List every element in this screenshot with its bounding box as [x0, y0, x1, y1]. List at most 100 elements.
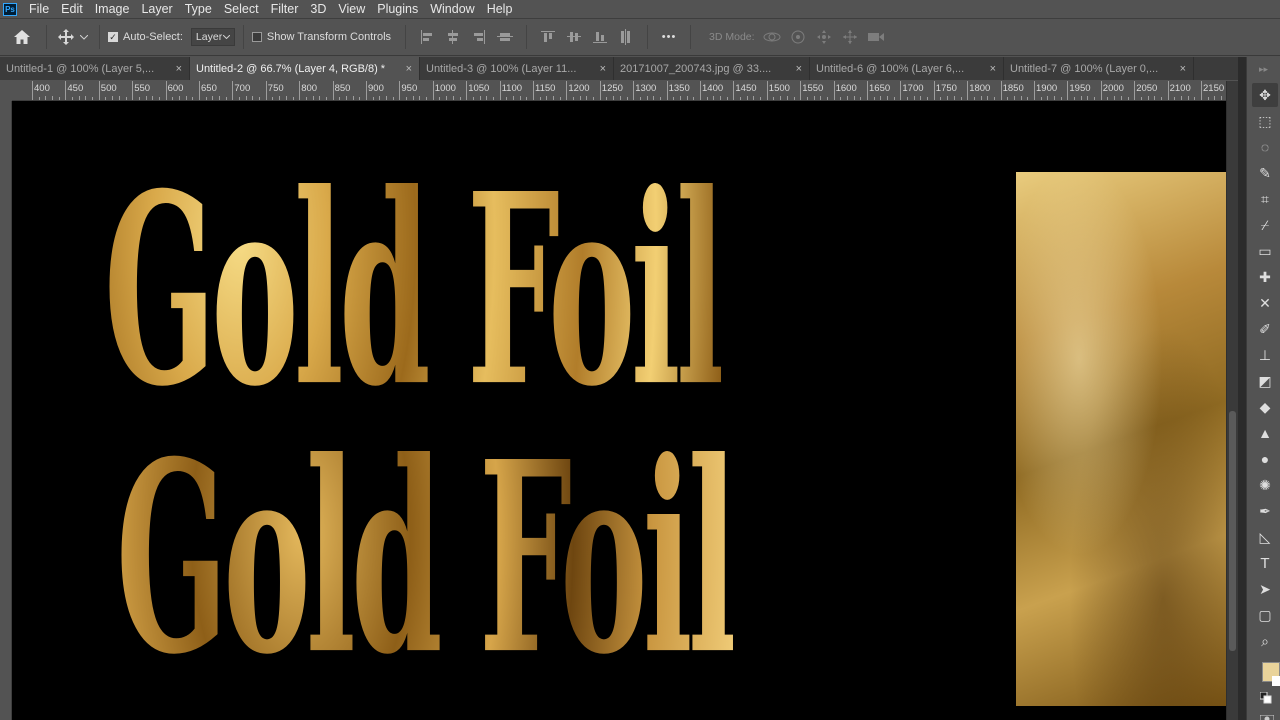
align-bottom-button[interactable] — [587, 26, 613, 48]
gold-foil-text-top[interactable]: Gold Foil — [104, 159, 726, 421]
dodge-tool-icon[interactable]: ● — [1252, 447, 1278, 471]
align-top-button[interactable] — [535, 26, 561, 48]
gold-foil-texture-layer[interactable] — [1016, 172, 1226, 706]
ruler-minor-tick — [319, 96, 321, 100]
document-tab[interactable]: Untitled-1 @ 100% (Layer 5,... × — [0, 57, 190, 80]
pen-tool-icon[interactable]: ✒ — [1252, 499, 1278, 523]
close-tab-icon[interactable]: × — [176, 63, 182, 75]
document-tab[interactable]: Untitled-7 @ 100% (Layer 0,... × — [1004, 57, 1194, 80]
align-right-button[interactable] — [466, 26, 492, 48]
3d-orbit-button[interactable] — [759, 26, 785, 48]
menu-layer[interactable]: Layer — [135, 0, 178, 18]
menu-window[interactable]: Window — [424, 0, 480, 18]
ruler-minor-tick — [512, 96, 514, 100]
scrollbar-thumb[interactable] — [1229, 411, 1236, 651]
separator — [405, 25, 407, 49]
align-middle-button[interactable] — [561, 26, 587, 48]
auto-select-checkbox[interactable]: ✓ — [108, 32, 118, 42]
preset-dropdown[interactable] — [77, 26, 91, 48]
document-canvas[interactable]: Gold Foil Gold Foil — [12, 101, 1226, 720]
tab-label: Untitled-7 @ 100% (Layer 0,... — [1010, 62, 1159, 75]
healing-brush-tool-icon[interactable]: ✚ — [1252, 265, 1278, 289]
show-transform-label: Show Transform Controls — [266, 31, 392, 43]
marquee-tool-icon[interactable]: ⬚ — [1252, 109, 1278, 133]
menu-plugins[interactable]: Plugins — [371, 0, 424, 18]
rectangle-tool-icon[interactable]: ▢ — [1252, 603, 1278, 627]
menu-edit[interactable]: Edit — [55, 0, 89, 18]
tab-label: Untitled-6 @ 100% (Layer 6,... — [816, 62, 965, 75]
3d-slide-button[interactable] — [837, 26, 863, 48]
type-tool-icon[interactable]: T — [1252, 551, 1278, 575]
ruler-minor-tick — [1047, 96, 1049, 100]
eyedropper-tool-icon[interactable]: ⌿ — [1252, 213, 1278, 237]
lasso-tool-icon[interactable]: ◌ — [1252, 135, 1278, 159]
ruler-minor-tick — [292, 97, 294, 100]
ruler-minor-tick — [459, 97, 461, 100]
menu-view[interactable]: View — [332, 0, 371, 18]
ruler-minor-tick — [626, 97, 628, 100]
eraser-tool-icon[interactable]: ◩ — [1252, 369, 1278, 393]
quick-mask-button[interactable] — [1259, 712, 1275, 720]
align-left-button[interactable] — [414, 26, 440, 48]
brush-tool-icon[interactable]: ✐ — [1252, 317, 1278, 341]
document-tab[interactable]: 20171007_200743.jpg @ 33.... × — [614, 57, 810, 80]
3d-scale-button[interactable] — [863, 26, 889, 48]
3d-roll-button[interactable] — [785, 26, 811, 48]
vertical-scrollbar[interactable] — [1226, 81, 1238, 720]
ruler-minor-tick — [419, 96, 421, 100]
tab-label: Untitled-3 @ 100% (Layer 11... — [426, 62, 577, 75]
close-tab-icon[interactable]: × — [600, 63, 606, 75]
menu-type[interactable]: Type — [179, 0, 218, 18]
more-options-button[interactable]: ••• — [656, 26, 682, 48]
auto-select-target-dropdown[interactable]: Layer — [190, 28, 235, 46]
ruler-minor-tick — [1221, 96, 1223, 100]
home-button[interactable] — [6, 23, 38, 51]
ruler-minor-tick — [887, 96, 889, 100]
ruler-minor-tick — [325, 97, 327, 100]
distribute-horizontal-button[interactable] — [492, 26, 518, 48]
sponge-tool-icon[interactable]: ✺ — [1252, 473, 1278, 497]
align-center-h-button[interactable] — [440, 26, 466, 48]
zoom-tool-icon[interactable]: ⌕ — [1252, 629, 1278, 653]
close-tab-icon[interactable]: × — [406, 63, 412, 75]
move-tool-preset-button[interactable] — [55, 26, 77, 48]
ruler-minor-tick — [993, 97, 995, 100]
quick-select-tool-icon[interactable]: ✎ — [1252, 161, 1278, 185]
direct-selection-tool-icon[interactable]: ➤ — [1252, 577, 1278, 601]
ruler-major-tick — [1067, 81, 1069, 100]
close-tab-icon[interactable]: × — [796, 63, 802, 75]
menu-help[interactable]: Help — [481, 0, 519, 18]
menu-3d[interactable]: 3D — [304, 0, 332, 18]
move-tool-icon[interactable]: ✥ — [1252, 83, 1278, 107]
ruler-minor-tick — [679, 96, 681, 100]
gold-foil-text-bottom[interactable]: Gold Foil — [116, 427, 738, 689]
document-tab[interactable]: Untitled-6 @ 100% (Layer 6,... × — [810, 57, 1004, 80]
sharpen-tool-icon[interactable]: ▲ — [1252, 421, 1278, 445]
ruler-minor-tick — [706, 97, 708, 100]
ruler-minor-tick — [1214, 96, 1216, 100]
3d-pan-button[interactable] — [811, 26, 837, 48]
clone-stamp-tool-icon[interactable]: ⊥ — [1252, 343, 1278, 367]
crop-tool-icon[interactable]: ⌗ — [1252, 187, 1278, 211]
menu-image[interactable]: Image — [89, 0, 136, 18]
menu-select[interactable]: Select — [218, 0, 265, 18]
menu-filter[interactable]: Filter — [265, 0, 305, 18]
panel-grip-icon[interactable]: ▸▸ — [1247, 57, 1280, 81]
document-tab[interactable]: Untitled-2 @ 66.7% (Layer 4, RGB/8) * × — [190, 57, 420, 80]
path-selection-tool-icon[interactable]: ◺ — [1252, 525, 1278, 549]
distribute-vertical-button[interactable] — [613, 26, 639, 48]
menu-file[interactable]: File — [23, 0, 55, 18]
ruler-minor-tick — [506, 97, 508, 100]
default-colors-button[interactable] — [1259, 691, 1272, 704]
content-aware-move-tool-icon[interactable]: ✕ — [1252, 291, 1278, 315]
close-tab-icon[interactable]: × — [1180, 63, 1186, 75]
ruler-minor-tick — [45, 96, 47, 100]
ruler-tool-icon[interactable]: ▭ — [1252, 239, 1278, 263]
document-tab[interactable]: Untitled-3 @ 100% (Layer 11... × — [420, 57, 614, 80]
show-transform-checkbox[interactable] — [251, 32, 262, 42]
ruler-major-tick — [399, 81, 401, 100]
background-color-swatch[interactable] — [1272, 676, 1280, 686]
paint-bucket-tool-icon[interactable]: ◆ — [1252, 395, 1278, 419]
ruler-minor-tick — [1140, 97, 1142, 100]
close-tab-icon[interactable]: × — [990, 63, 996, 75]
